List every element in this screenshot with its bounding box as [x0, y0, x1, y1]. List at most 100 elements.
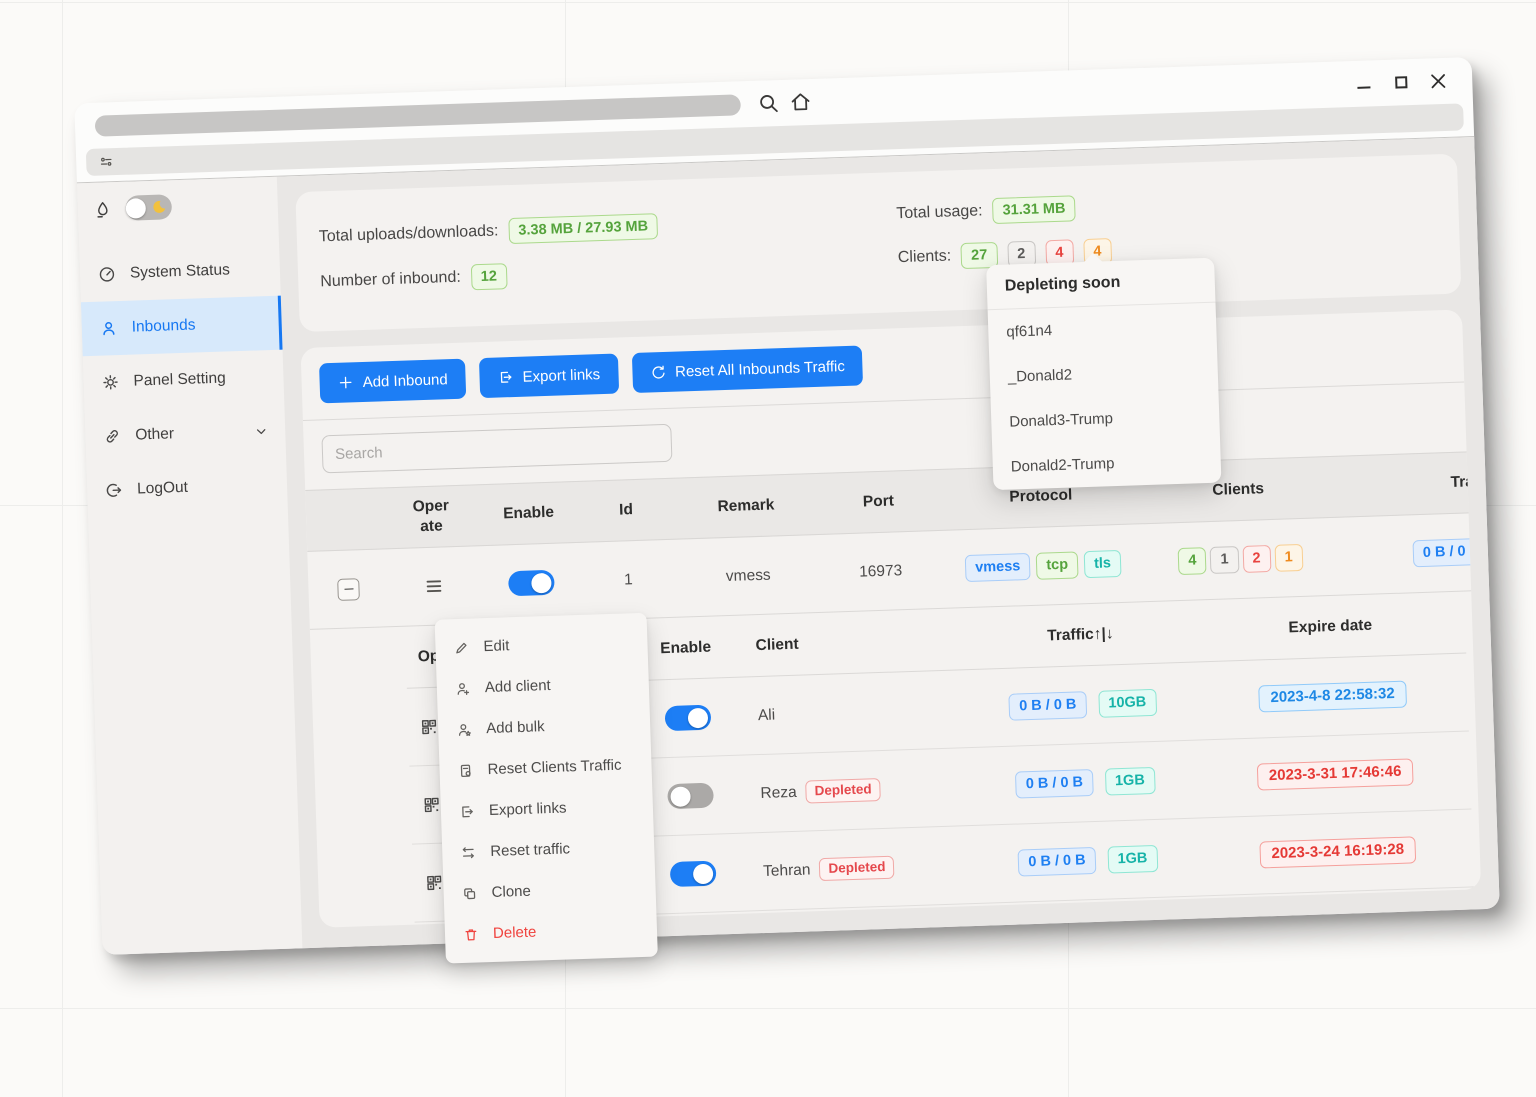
depleting-client[interactable]: _Donald2	[989, 348, 1218, 401]
menu-item-reset-traffic[interactable]: Reset traffic	[442, 826, 655, 874]
sliders-icon[interactable]	[98, 154, 115, 171]
clients-count-tag[interactable]: 2	[1242, 545, 1271, 572]
sidebar-item-system-status[interactable]: System Status	[79, 242, 281, 303]
operate-menu-icon[interactable]	[423, 575, 445, 597]
pencil-icon	[453, 639, 470, 656]
menu-item-edit[interactable]: Edit	[435, 621, 648, 669]
col-traffic: Traffic↑|↓	[965, 622, 1195, 648]
copy-icon	[461, 885, 478, 902]
depleting-client[interactable]: Donald3-Trump	[991, 393, 1220, 446]
file-reset-icon	[457, 762, 474, 779]
stats-card: Total uploads/downloads: 3.38 MB / 27.93…	[295, 154, 1461, 332]
number-of-inbound-label: Number of inbound:	[320, 269, 461, 292]
export-links-button[interactable]: Export links	[479, 354, 619, 399]
toggle-knob	[125, 198, 146, 219]
sidebar-item-label: Other	[135, 425, 174, 444]
total-uploads-downloads-value: 3.38 MB / 27.93 MB	[508, 213, 659, 244]
qr-code-icon[interactable]	[420, 717, 439, 736]
add-inbound-button[interactable]: Add Inbound	[319, 359, 466, 404]
menu-item-clone[interactable]: Clone	[443, 867, 656, 915]
clients-count-tag[interactable]: 4	[1178, 548, 1207, 575]
user-plus-icon	[455, 680, 472, 697]
qr-code-icon[interactable]	[422, 795, 441, 814]
sidebar-item-label: Panel Setting	[133, 370, 226, 391]
chevron-down-icon	[253, 423, 270, 440]
client-total-tag: 1GB	[1105, 767, 1156, 795]
app-window: System Status Inbounds Panel Setting	[74, 57, 1499, 955]
popover-title: Depleting soon	[986, 258, 1215, 311]
close-icon[interactable]	[1429, 72, 1447, 90]
inbound-traffic-tag: 0 B / 0 B	[1412, 538, 1481, 567]
col-traffic: Traffic↑|↓	[1330, 468, 1481, 496]
home-icon[interactable]	[788, 90, 813, 115]
search-input[interactable]	[321, 424, 672, 474]
client-total-tag: 1GB	[1107, 845, 1158, 873]
client-enable-toggle[interactable]	[667, 783, 714, 810]
col-remark: Remark	[671, 495, 822, 518]
link-icon	[103, 427, 122, 446]
dark-mode-toggle[interactable]	[125, 194, 172, 221]
sidebar-item-label: System Status	[130, 261, 230, 282]
client-name: Tehran	[763, 861, 811, 881]
client-expire-tag: 2023-4-8 22:58:32	[1258, 681, 1407, 713]
col-expire-date: Expire date	[1195, 613, 1465, 640]
sidebar-item-logout[interactable]: LogOut	[86, 458, 288, 519]
minimize-icon[interactable]	[1355, 74, 1373, 92]
client-name: Reza	[760, 783, 797, 802]
inbound-enable-toggle[interactable]	[508, 570, 555, 597]
gauge-icon	[98, 265, 117, 284]
trash-icon	[463, 926, 480, 943]
gear-icon	[101, 373, 120, 392]
reset-all-inbounds-button[interactable]: Reset All Inbounds Traffic	[631, 345, 863, 393]
sidebar: System Status Inbounds Panel Setting	[77, 177, 302, 955]
logout-icon	[105, 481, 124, 500]
col-operate: Operate	[410, 496, 453, 538]
menu-item-delete[interactable]: Delete	[444, 908, 657, 956]
menu-item-reset-clients-traffic[interactable]: Reset Clients Traffic	[439, 744, 652, 792]
client-total-tag: 10GB	[1098, 689, 1157, 717]
sidebar-item-label: Inbounds	[131, 317, 195, 337]
client-traffic-tag: 0 B / 0 B	[1009, 692, 1087, 721]
depleted-badge: Depleted	[805, 778, 881, 803]
collapse-row-button[interactable]	[337, 578, 360, 601]
qr-code-icon[interactable]	[425, 873, 444, 892]
total-usage-label: Total usage:	[896, 202, 983, 223]
client-expire-tag: 2023-3-31 17:46:46	[1256, 759, 1413, 791]
search-icon[interactable]	[756, 91, 781, 116]
depleting-client[interactable]: qf61n4	[988, 303, 1217, 356]
sidebar-item-inbounds[interactable]: Inbounds	[81, 296, 283, 357]
user-star-icon	[456, 721, 473, 738]
client-traffic-tag: 0 B / 0 B	[1018, 847, 1096, 876]
inbound-port: 16973	[823, 561, 939, 583]
plus-icon	[337, 374, 354, 391]
sidebar-item-panel-setting[interactable]: Panel Setting	[83, 350, 285, 411]
menu-item-add-client[interactable]: Add client	[436, 662, 649, 710]
user-icon	[99, 319, 118, 338]
total-usage-value: 31.31 MB	[992, 195, 1076, 224]
sidebar-item-other[interactable]: Other	[84, 404, 286, 465]
depleting-soon-popover: Depleting soon qf61n4 _Donald2 Donald3-T…	[986, 258, 1221, 490]
protocol-tag: tls	[1084, 550, 1122, 577]
export-icon	[459, 803, 476, 820]
refresh-icon	[650, 364, 667, 381]
client-traffic-tag: 0 B / 0 B	[1015, 769, 1093, 798]
depleting-client[interactable]: Donald2-Trump	[992, 438, 1221, 491]
sidebar-item-label: LogOut	[137, 479, 188, 499]
moon-icon	[150, 198, 167, 220]
col-id: Id	[581, 500, 672, 521]
client-enable-toggle[interactable]	[665, 705, 712, 732]
client-name: Ali	[758, 706, 776, 725]
clients-count-tag[interactable]: 1	[1210, 547, 1239, 574]
menu-item-export-links[interactable]: Export links	[440, 785, 653, 833]
client-expire-tag: 2023-3-24 16:19:28	[1259, 836, 1416, 868]
protocol-tag: vmess	[965, 553, 1031, 581]
protocol-tag: tcp	[1036, 552, 1079, 579]
col-port: Port	[821, 491, 937, 513]
depleted-badge: Depleted	[819, 856, 895, 881]
menu-item-add-bulk[interactable]: Add bulk	[438, 703, 651, 751]
col-enable: Enable	[476, 503, 582, 524]
inbound-context-menu: Edit Add client Add bulk Reset Clients T…	[435, 613, 658, 964]
maximize-icon[interactable]	[1392, 73, 1410, 91]
clients-count-tag[interactable]: 1	[1274, 544, 1303, 571]
client-enable-toggle[interactable]	[670, 861, 717, 888]
